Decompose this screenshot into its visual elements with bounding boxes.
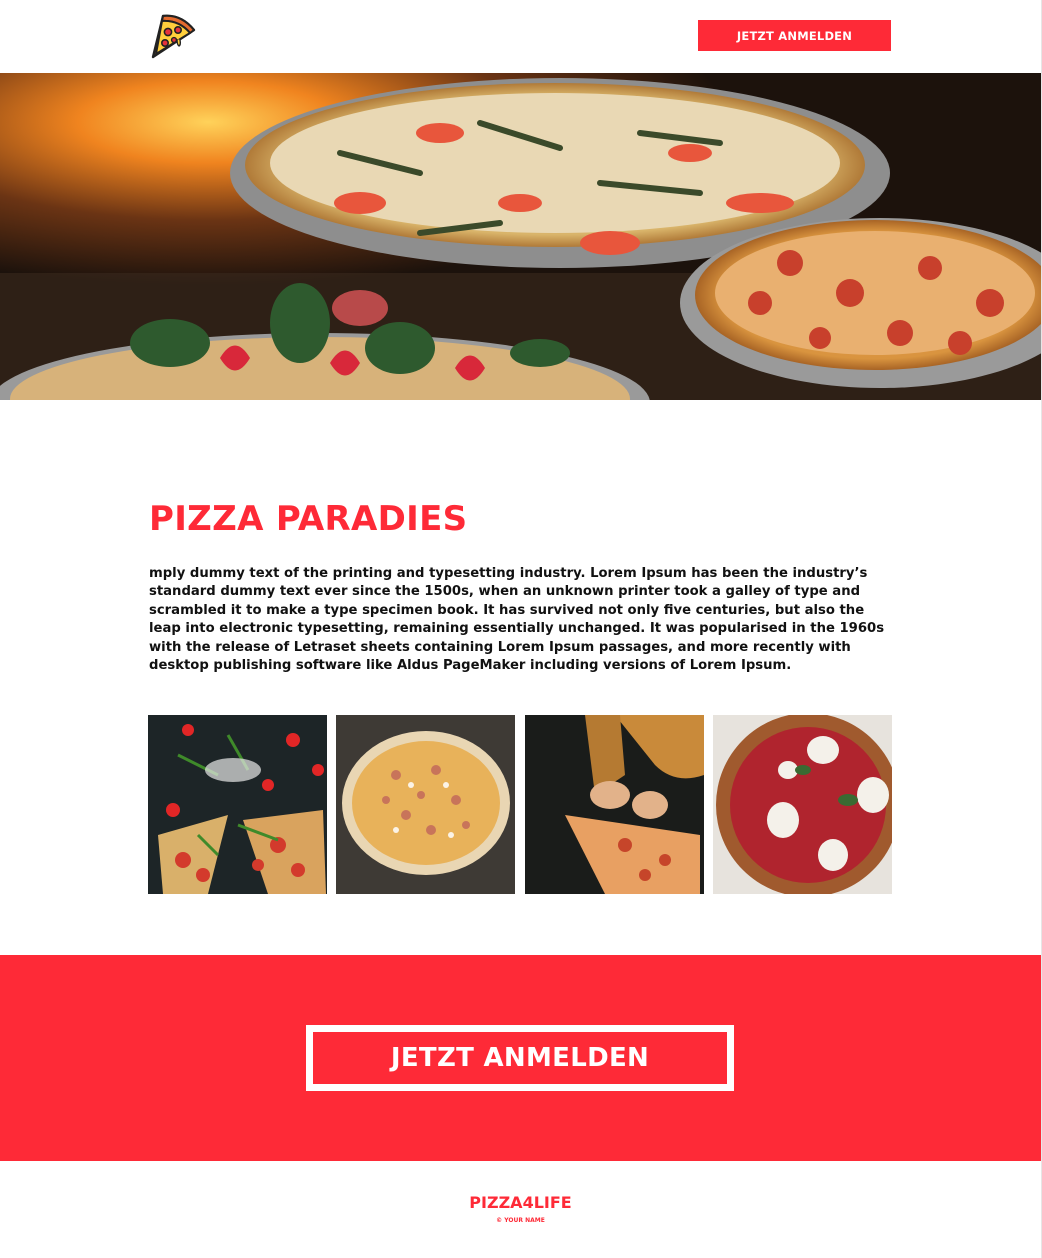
pizza-slice-icon[interactable] — [147, 10, 199, 62]
site-header: JETZT ANMELDEN — [0, 0, 1041, 73]
gallery-image-raw-pizza[interactable] — [336, 715, 515, 894]
gallery-image-margherita[interactable] — [713, 715, 892, 894]
footer-copyright: © YOUR NAME — [496, 1217, 545, 1224]
page-title: PIZZA PARADIES — [149, 499, 468, 539]
signup-band: JETZT ANMELDEN — [0, 955, 1041, 1161]
gallery-image-hands-pizza[interactable] — [525, 715, 704, 894]
photo-gallery — [148, 715, 892, 894]
hero-image — [0, 73, 1041, 400]
header-signup-button[interactable]: JETZT ANMELDEN — [698, 20, 891, 51]
intro-paragraph: mply dummy text of the printing and type… — [149, 566, 885, 674]
gallery-image-pizza-slices[interactable] — [148, 715, 327, 894]
site-footer: PIZZA4LIFE © YOUR NAME — [0, 1161, 1041, 1258]
footer-brand: PIZZA4LIFE — [469, 1193, 572, 1212]
signup-button[interactable]: JETZT ANMELDEN — [306, 1025, 734, 1091]
